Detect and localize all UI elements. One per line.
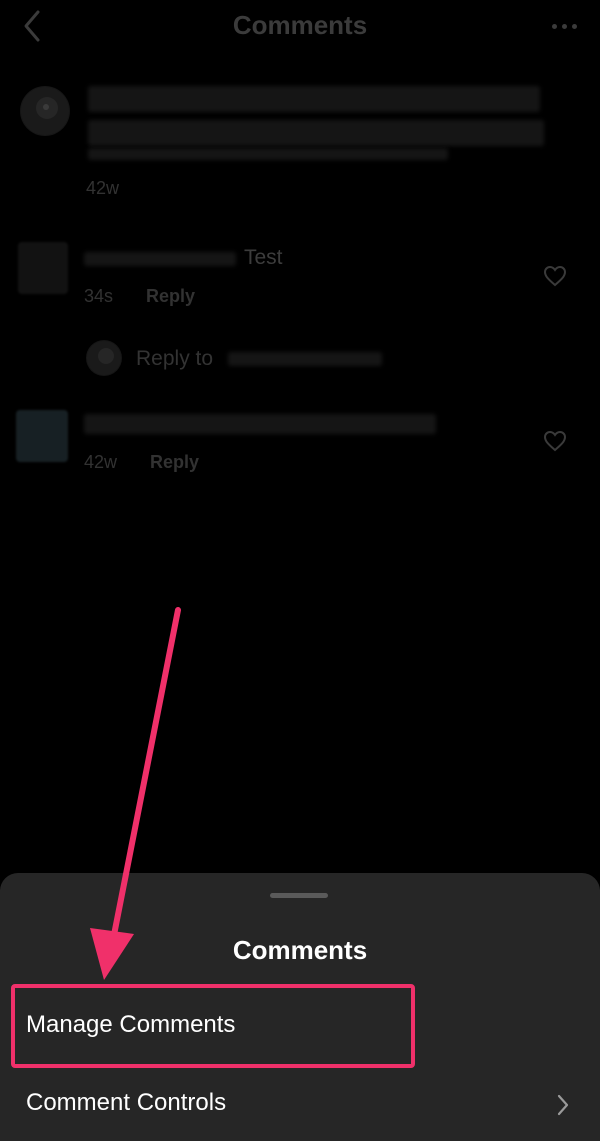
- avatar: [18, 242, 68, 294]
- comment-timestamp: 42w: [84, 452, 118, 472]
- heart-icon[interactable]: [543, 430, 567, 452]
- comment-text: Test: [244, 246, 283, 269]
- comment-controls-item[interactable]: Comment Controls: [0, 1073, 600, 1133]
- comment-timestamp: 34s: [84, 286, 114, 306]
- avatar: [20, 86, 70, 136]
- comment-controls-label: Comment Controls: [26, 1089, 227, 1116]
- reply-button[interactable]: Reply: [146, 286, 195, 307]
- sheet-title: Comments: [232, 935, 368, 965]
- caption-text: [88, 148, 448, 160]
- avatar: [86, 340, 122, 376]
- chevron-right-icon: [557, 1094, 569, 1116]
- caption-timestamp: 42w: [86, 178, 120, 198]
- highlight-box: [11, 984, 415, 1068]
- page-title: Comments: [232, 10, 368, 40]
- comment-username: [84, 252, 236, 266]
- heart-icon[interactable]: [543, 265, 567, 287]
- caption-text: [88, 86, 540, 112]
- caption: 42w: [0, 80, 600, 210]
- header: Comments: [0, 0, 600, 56]
- reply-input[interactable]: Reply to: [136, 347, 213, 371]
- comment-text: [84, 414, 436, 434]
- more-icon[interactable]: [550, 14, 580, 38]
- reply-button[interactable]: Reply: [150, 452, 199, 473]
- avatar: [16, 410, 68, 462]
- caption-text: [88, 120, 544, 146]
- screen: Comments 42w Test 34s Reply Reply to 42w…: [0, 0, 600, 1141]
- reply-target-username: [228, 352, 382, 366]
- sheet-grabber[interactable]: [270, 893, 328, 898]
